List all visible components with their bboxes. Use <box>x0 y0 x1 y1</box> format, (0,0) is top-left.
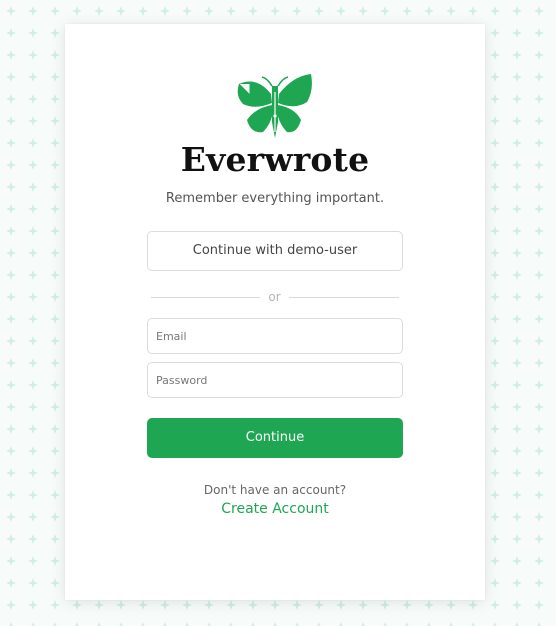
login-card: Everwrote Remember everything important.… <box>65 24 485 600</box>
demo-login-button[interactable]: Continue with demo-user <box>147 231 403 271</box>
tagline: Remember everything important. <box>165 191 385 206</box>
divider-line-left <box>151 297 260 298</box>
password-field[interactable] <box>148 363 402 397</box>
email-field-wrapper <box>147 318 403 354</box>
signup-prompt: Don't have an account? <box>203 483 347 497</box>
create-account-link[interactable]: Create Account <box>65 501 485 517</box>
continue-button[interactable]: Continue <box>147 418 403 458</box>
divider-text: or <box>268 290 281 304</box>
email-field[interactable] <box>148 319 402 353</box>
divider-line-right <box>289 297 399 298</box>
butterfly-quill-icon <box>237 74 312 138</box>
password-field-wrapper <box>147 362 403 398</box>
brand-name: Everwrote <box>180 140 370 179</box>
